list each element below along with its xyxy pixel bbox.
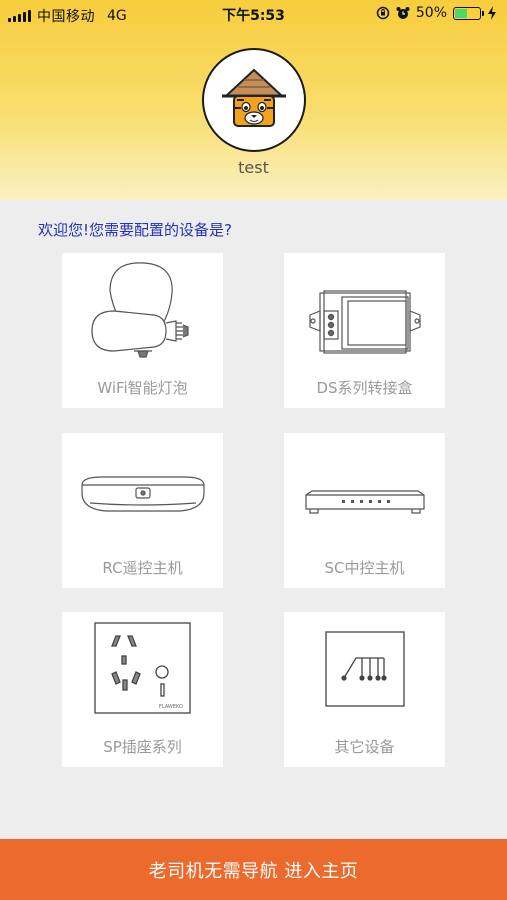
status-bar: 中国移动 4G 下午5:53 50%: [0, 0, 507, 28]
device-label: WiFi智能灯泡: [97, 379, 188, 397]
status-right: 50%: [376, 5, 497, 21]
device-card-sp-socket[interactable]: FLAWEKO SP插座系列: [62, 612, 223, 767]
adapter-box-icon: [309, 290, 421, 354]
device-card-ds-box[interactable]: DS系列转接盒: [284, 253, 445, 408]
charging-icon: [488, 6, 496, 20]
avatar[interactable]: [202, 48, 306, 152]
device-label: 其它设备: [334, 738, 395, 756]
bulb-icon: [91, 262, 189, 358]
socket-brand-logo: FLAWEKO: [159, 704, 183, 710]
device-label: SP插座系列: [103, 738, 182, 756]
device-label: SC中控主机: [324, 559, 405, 577]
sc-host-icon: [305, 490, 425, 514]
username: test: [238, 158, 269, 177]
alarm-icon: [396, 7, 410, 19]
enter-home-button[interactable]: 老司机无需导航 进入主页: [0, 839, 507, 900]
device-card-wifi-bulb[interactable]: WiFi智能灯泡: [62, 253, 223, 408]
battery-icon: [453, 6, 484, 20]
rc-host-icon: [81, 476, 205, 512]
device-label: DS系列转接盒: [316, 379, 413, 397]
welcome-prompt: 欢迎您!您需要配置的设备是?: [38, 221, 232, 239]
device-card-sc-host[interactable]: SC中控主机: [284, 433, 445, 588]
tiger-avatar-icon: [222, 68, 286, 127]
device-label: RC遥控主机: [102, 559, 183, 577]
battery-percent: 50%: [415, 5, 447, 21]
device-card-other[interactable]: 其它设备: [284, 612, 445, 767]
device-card-rc-host[interactable]: RC遥控主机: [62, 433, 223, 588]
rotation-lock-icon: [376, 6, 390, 20]
switch-panel-icon: [325, 631, 405, 707]
profile-header: 中国移动 4G 下午5:53 50% test: [0, 0, 507, 200]
socket-icon: FLAWEKO: [94, 622, 191, 714]
